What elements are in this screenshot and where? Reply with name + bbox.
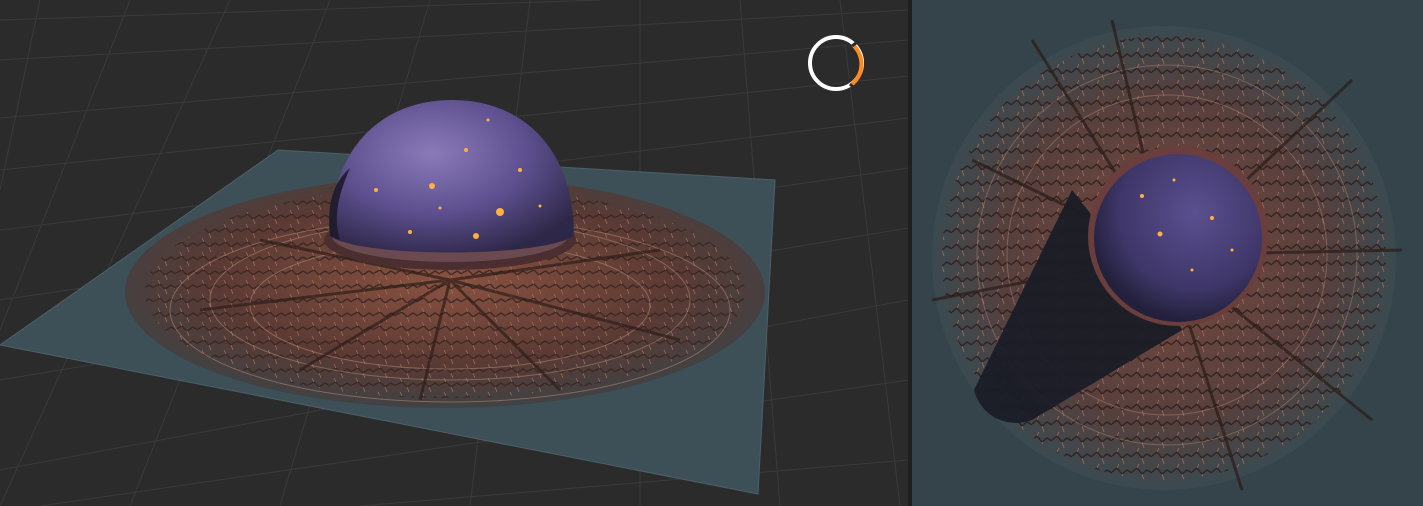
top-viewport[interactable] [912, 0, 1423, 506]
app-window [0, 0, 1423, 506]
top-scene [912, 0, 1423, 506]
perspective-scene [0, 0, 908, 506]
loading-ring-icon [808, 35, 864, 92]
dome [330, 100, 574, 253]
perspective-viewport[interactable] [0, 0, 908, 506]
dome-top [1094, 154, 1262, 322]
